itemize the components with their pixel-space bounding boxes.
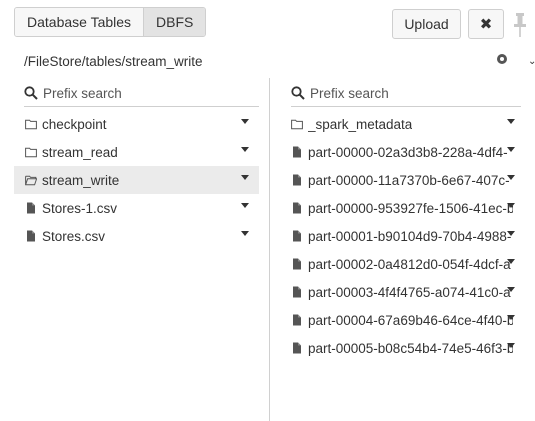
- settings-icon[interactable]: [496, 53, 508, 65]
- item-label: stream_write: [42, 172, 120, 188]
- column-divider: [269, 78, 270, 421]
- caret-down-icon[interactable]: [507, 259, 515, 264]
- current-path: /FileStore/tables/stream_write: [24, 54, 203, 69]
- left-file-list: checkpoint stream_read stream_write Stor…: [14, 110, 259, 250]
- item-label: part-00000-11a7370b-6e67-407c-: [308, 172, 510, 188]
- file-icon: [293, 342, 301, 354]
- caret-down-icon[interactable]: [241, 119, 249, 124]
- list-item[interactable]: part-00002-0a4812d0-054f-4dcf-a: [283, 250, 523, 278]
- caret-down-icon[interactable]: [241, 203, 249, 208]
- item-label: part-00003-4f4f4765-a074-41c0-a: [308, 284, 511, 300]
- search-icon: [24, 86, 38, 100]
- item-label: stream_read: [42, 144, 118, 160]
- caret-down-icon[interactable]: [507, 203, 515, 208]
- close-button[interactable]: ✖: [468, 9, 504, 39]
- file-icon: [293, 286, 301, 298]
- file-icon: [293, 202, 301, 214]
- left-prefix-search[interactable]: Prefix search: [24, 80, 259, 107]
- item-label: Stores.csv: [42, 228, 106, 244]
- caret-down-icon[interactable]: [507, 343, 515, 348]
- caret-down-icon[interactable]: [241, 175, 249, 180]
- item-label: part-00000-02a3d3b8-228a-4df4-: [308, 144, 508, 160]
- file-icon: [27, 230, 35, 242]
- caret-down-icon[interactable]: [241, 147, 249, 152]
- item-label: part-00001-b90104d9-70b4-4988-: [308, 228, 512, 244]
- item-label: part-00000-953927fe-1506-41ec-b: [308, 200, 513, 216]
- file-icon: [293, 146, 301, 158]
- file-icon: [293, 230, 301, 242]
- list-item[interactable]: Stores-1.csv: [14, 194, 259, 222]
- dbfs-file-browser: Database Tables DBFS Upload ✖ /FileStore…: [0, 0, 535, 421]
- file-icon: [293, 258, 301, 270]
- source-tabs: Database Tables DBFS: [14, 7, 207, 37]
- folder-icon: [291, 119, 303, 130]
- item-label: part-00002-0a4812d0-054f-4dcf-a: [308, 256, 511, 272]
- list-item[interactable]: stream_read: [14, 138, 259, 166]
- search-placeholder: Prefix search: [310, 85, 389, 101]
- item-label: checkpoint: [42, 116, 107, 132]
- list-item[interactable]: _spark_metadata: [283, 110, 523, 138]
- file-icon: [27, 202, 35, 214]
- right-file-list: _spark_metadata part-00000-02a3d3b8-228a…: [283, 110, 523, 362]
- caret-down-icon[interactable]: [241, 231, 249, 236]
- caret-down-icon[interactable]: [507, 175, 515, 180]
- search-placeholder: Prefix search: [43, 85, 122, 101]
- tab-dbfs[interactable]: DBFS: [143, 8, 206, 36]
- item-label: Stores-1.csv: [42, 200, 118, 216]
- pin-icon[interactable]: [513, 12, 527, 38]
- list-item[interactable]: part-00000-953927fe-1506-41ec-b: [283, 194, 523, 222]
- list-item[interactable]: part-00005-b08c54b4-74e5-46f3-b: [283, 334, 523, 362]
- search-icon: [291, 86, 305, 100]
- upload-button[interactable]: Upload: [392, 9, 461, 39]
- caret-down-icon[interactable]: [507, 119, 515, 124]
- caret-down-icon[interactable]: [507, 147, 515, 152]
- list-item[interactable]: part-00000-02a3d3b8-228a-4df4-: [283, 138, 523, 166]
- folder-icon: [25, 119, 37, 130]
- item-label: _spark_metadata: [308, 116, 413, 132]
- caret-down-icon[interactable]: [507, 287, 515, 292]
- close-icon: ✖: [479, 16, 493, 33]
- caret-down-icon[interactable]: [507, 315, 515, 320]
- caret-down-icon[interactable]: [507, 231, 515, 236]
- list-item[interactable]: part-00004-67a69b46-64ce-4f40-b: [283, 306, 523, 334]
- list-item[interactable]: part-00000-11a7370b-6e67-407c-: [283, 166, 523, 194]
- tab-database-tables[interactable]: Database Tables: [15, 8, 144, 36]
- item-label: part-00004-67a69b46-64ce-4f40-b: [308, 312, 513, 328]
- list-item[interactable]: Stores.csv: [14, 222, 259, 250]
- right-prefix-search[interactable]: Prefix search: [291, 80, 521, 107]
- list-item[interactable]: part-00003-4f4f4765-a074-41c0-a: [283, 278, 523, 306]
- list-item[interactable]: checkpoint: [14, 110, 259, 138]
- chevron-down-icon[interactable]: ⌄: [528, 56, 535, 67]
- folder-icon: [25, 147, 37, 158]
- list-item[interactable]: stream_write: [14, 166, 259, 194]
- file-icon: [293, 174, 301, 186]
- item-label: part-00005-b08c54b4-74e5-46f3-b: [308, 340, 513, 356]
- file-icon: [293, 314, 301, 326]
- list-item[interactable]: part-00001-b90104d9-70b4-4988-: [283, 222, 523, 250]
- folder-open-icon: [25, 175, 37, 186]
